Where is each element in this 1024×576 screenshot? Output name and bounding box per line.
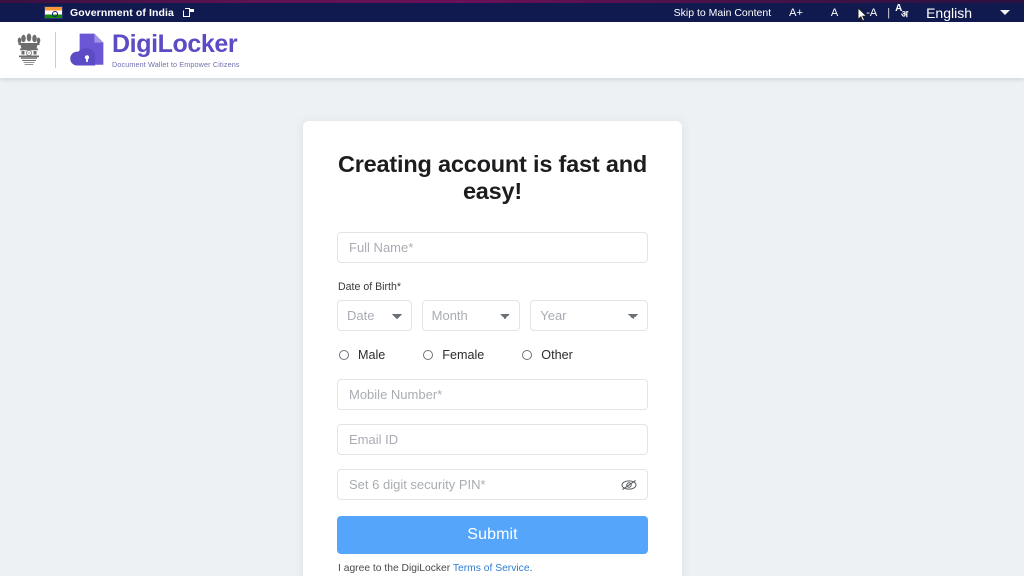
india-flag-icon — [44, 6, 63, 19]
brand-name: DigiLocker — [112, 29, 238, 58]
gender-option-male[interactable]: Male — [339, 348, 385, 362]
dob-date-select[interactable]: Date — [337, 300, 412, 331]
page-body: Creating account is fast and easy! Date … — [0, 78, 1024, 576]
date-of-birth-label: Date of Birth* — [338, 281, 402, 293]
font-increase-button[interactable]: A+ — [789, 7, 803, 19]
toolbar-divider: | — [887, 6, 891, 19]
digilocker-document-cloud-lock-icon — [70, 33, 104, 66]
language-toggle-devanagari-glyph: अ — [901, 9, 908, 19]
radio-female-icon[interactable] — [423, 350, 434, 360]
gender-option-female[interactable]: Female — [423, 348, 484, 362]
language-toggle-icon[interactable]: A अ — [895, 4, 912, 20]
terms-of-service-link[interactable]: Terms of Service — [453, 563, 530, 574]
security-pin-field-wrapper — [337, 469, 648, 500]
terms-suffix: . — [529, 563, 533, 574]
radio-male-icon[interactable] — [339, 350, 349, 360]
government-top-bar: Government of India Skip to Main Content… — [0, 3, 1024, 22]
security-pin-input[interactable] — [337, 469, 648, 500]
government-label: Government of India — [70, 6, 174, 19]
header-divider — [55, 32, 56, 68]
gender-male-label: Male — [358, 348, 386, 362]
font-normal-button[interactable]: A — [831, 7, 838, 19]
radio-other-icon[interactable] — [522, 350, 533, 360]
submit-button[interactable]: Submit — [337, 516, 648, 554]
gender-female-label: Female — [442, 348, 485, 362]
chevron-down-icon[interactable] — [1000, 10, 1010, 15]
skip-to-main-content-link[interactable]: Skip to Main Content — [674, 7, 771, 19]
dob-month-select[interactable]: Month — [421, 300, 521, 331]
page-title: Creating account is fast and easy! — [337, 151, 648, 204]
gender-other-label: Other — [541, 348, 573, 362]
dob-year-select[interactable]: Year — [530, 300, 648, 331]
accessibility-controls: Skip to Main Content A+ A -A | A अ Engli… — [674, 4, 1010, 21]
date-of-birth-row: Date Month Year — [337, 300, 648, 331]
terms-agreement-text: I agree to the DigiLocker Terms of Servi… — [338, 563, 648, 574]
signup-card: Creating account is fast and easy! Date … — [303, 121, 682, 576]
gender-option-other[interactable]: Other — [522, 348, 573, 362]
font-decrease-button[interactable]: -A — [866, 7, 877, 19]
site-header: DigiLocker Document Wallet to Empower Ci… — [0, 22, 1024, 78]
mobile-number-input[interactable] — [337, 379, 648, 410]
language-selector-label[interactable]: English — [926, 5, 972, 21]
brand-text-block: DigiLocker Document Wallet to Empower Ci… — [112, 29, 240, 69]
government-branding[interactable]: Government of India — [44, 6, 190, 19]
terms-prefix: I agree to the DigiLocker — [338, 563, 453, 574]
gender-radio-group: Male Female Other — [339, 348, 648, 362]
brand-tagline: Document Wallet to Empower Citizens — [112, 59, 240, 69]
external-link-icon — [183, 8, 190, 17]
india-national-emblem-icon — [17, 33, 41, 65]
email-input[interactable] — [337, 424, 648, 455]
full-name-input[interactable] — [337, 232, 648, 263]
eye-slash-icon[interactable] — [620, 477, 638, 492]
